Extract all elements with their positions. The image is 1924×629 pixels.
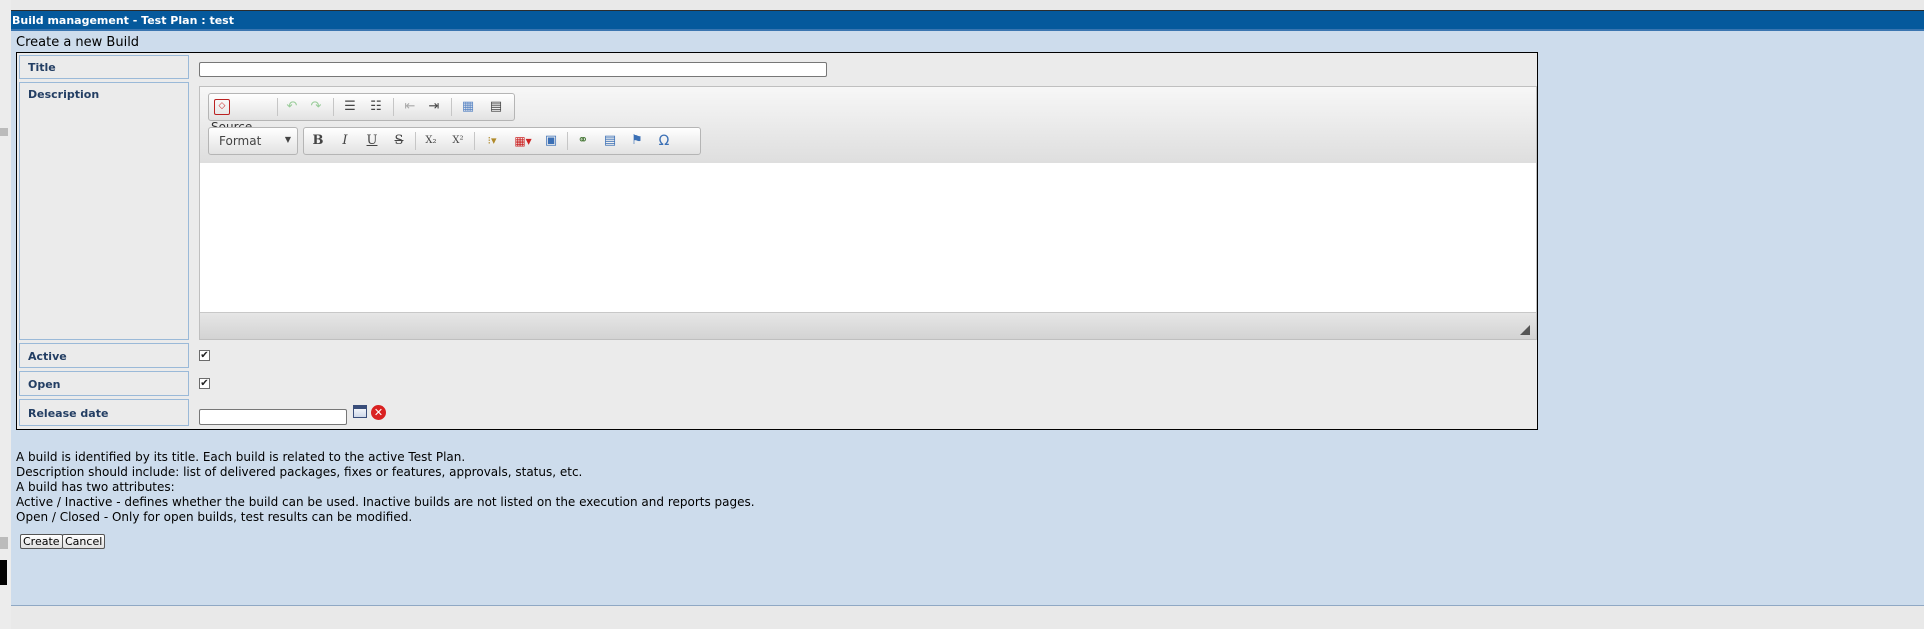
- italic-icon[interactable]: I: [334, 131, 356, 151]
- underline-icon[interactable]: U: [361, 131, 383, 151]
- open-checkbox[interactable]: ✔: [199, 378, 210, 389]
- description-label: Description: [19, 82, 189, 340]
- cancel-button[interactable]: Cancel: [62, 534, 106, 549]
- left-frame-scroll-marker[interactable]: [0, 537, 8, 549]
- create-button[interactable]: Create: [20, 534, 63, 549]
- release-date-input[interactable]: [199, 409, 347, 425]
- link-icon[interactable]: ⚭: [572, 131, 594, 151]
- subscript-icon[interactable]: X₂: [420, 131, 442, 151]
- outdent-icon[interactable]: ⇤: [399, 97, 421, 117]
- image-icon[interactable]: ▣: [540, 131, 562, 151]
- clear-date-icon[interactable]: ✕: [371, 405, 386, 420]
- bulleted-list-icon[interactable]: ☷: [365, 97, 387, 117]
- help-text: A build is identified by its title. Each…: [16, 450, 755, 525]
- numbered-list-icon[interactable]: ☰: [339, 97, 361, 117]
- window-title: Build management - Test Plan : test: [11, 10, 1924, 31]
- chevron-down-icon: ▼: [284, 135, 291, 144]
- toolbar-separator: [474, 132, 475, 150]
- active-checkbox[interactable]: ✔: [199, 350, 210, 361]
- calendar-icon[interactable]: [353, 405, 367, 418]
- title-label: Title: [19, 55, 189, 79]
- table-icon[interactable]: ▦: [457, 97, 479, 117]
- open-label: Open: [19, 371, 189, 396]
- toolbar-group-source: ◇ Source ↶ ↷ ☰ ☷ ⇤ ⇥ ▦ ▤: [208, 93, 515, 134]
- bold-icon[interactable]: B: [307, 131, 329, 151]
- indent-icon[interactable]: ⇥: [423, 97, 445, 117]
- left-frame-marker: [0, 128, 8, 136]
- source-button[interactable]: ◇ Source: [211, 97, 271, 134]
- editor-content-area[interactable]: [200, 163, 1536, 314]
- title-input[interactable]: [199, 62, 827, 77]
- horizontal-rule-icon[interactable]: ▤: [485, 97, 507, 117]
- release-date-label: Release date: [19, 399, 189, 426]
- redo-icon[interactable]: ↷: [305, 97, 327, 117]
- editor-footer: [200, 312, 1536, 339]
- list-style-icon[interactable]: ⁝▾: [479, 131, 505, 151]
- special-char-icon[interactable]: Ω: [653, 131, 675, 151]
- toolbar-group-formatting: B I U S X₂ X² ⁝▾ ▦▾ ▣ ⚭ ▤ ⚑ Ω: [303, 127, 701, 155]
- left-frame-dark-bar: [0, 560, 7, 585]
- format-label: Format: [219, 134, 262, 148]
- toolbar-separator: [333, 98, 334, 116]
- help-line: Active / Inactive - defines whether the …: [16, 495, 755, 509]
- undo-icon[interactable]: ↶: [281, 97, 303, 117]
- help-line: A build is identified by its title. Each…: [16, 450, 466, 464]
- format-dropdown[interactable]: Format ▼: [208, 127, 298, 155]
- main-panel: Build management - Test Plan : test Crea…: [11, 10, 1924, 606]
- superscript-icon[interactable]: X²: [447, 131, 469, 151]
- active-label: Active: [19, 343, 189, 368]
- help-line: A build has two attributes:: [16, 480, 175, 494]
- help-line: Open / Closed - Only for open builds, te…: [16, 510, 413, 524]
- source-icon: ◇: [214, 98, 230, 115]
- editor-toolbar: ◇ Source ↶ ↷ ☰ ☷ ⇤ ⇥ ▦ ▤: [200, 87, 1536, 164]
- image-upload-icon[interactable]: ▤: [599, 131, 621, 151]
- page-title: Create a new Build: [16, 35, 140, 50]
- strike-icon[interactable]: S: [388, 131, 410, 151]
- help-line: Description should include: list of deli…: [16, 465, 583, 479]
- toolbar-separator: [451, 98, 452, 116]
- create-build-form: Title Description ◇ Source ↶ ↷ ☰ ☷ ⇤: [16, 52, 1538, 430]
- resize-grip-icon[interactable]: [1520, 325, 1530, 335]
- toolbar-separator: [567, 132, 568, 150]
- table-insert-icon[interactable]: ▦▾: [510, 131, 536, 151]
- flag-icon[interactable]: ⚑: [626, 131, 648, 151]
- toolbar-separator: [277, 98, 278, 116]
- toolbar-separator: [393, 98, 394, 116]
- left-frame-strip: [0, 0, 11, 629]
- description-editor: ◇ Source ↶ ↷ ☰ ☷ ⇤ ⇥ ▦ ▤: [199, 86, 1537, 340]
- toolbar-separator: [415, 132, 416, 150]
